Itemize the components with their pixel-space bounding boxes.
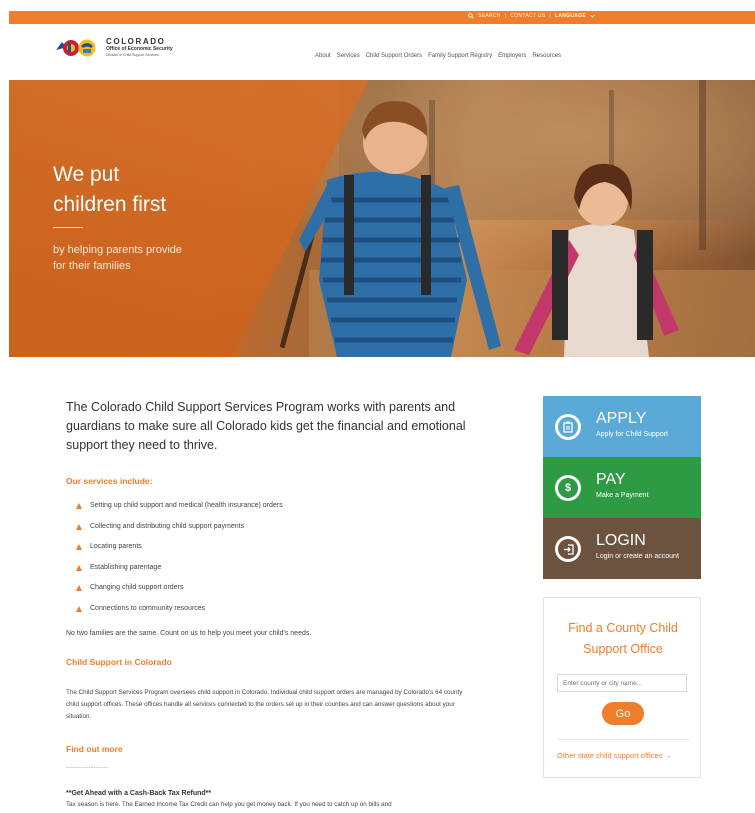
dollar-icon: $: [555, 475, 581, 501]
county-search-input[interactable]: [557, 674, 687, 692]
list-item: Establishing parentage: [76, 564, 283, 585]
hero-title-line2: children first: [53, 193, 167, 216]
colorado-logo-icon: [54, 36, 102, 58]
logo-division: Division of Child Support Services: [106, 52, 159, 57]
divider: [557, 739, 689, 740]
triangle-bullet-icon: [76, 503, 82, 509]
find-county-office-panel: Find a County Child Support Office Go Ot…: [543, 597, 701, 778]
divider: |: [504, 13, 507, 19]
nav-employers[interactable]: Employers: [498, 53, 526, 59]
clipboard-icon: [555, 414, 581, 440]
apply-button[interactable]: APPLY Apply for Child Support: [543, 396, 701, 457]
other-state-offices-link[interactable]: Other state child support offices →: [557, 751, 672, 760]
pay-title: PAY: [596, 471, 626, 488]
hero-subtitle-line1: by helping parents provide: [53, 244, 183, 256]
triangle-bullet-icon: [76, 585, 82, 591]
triangle-bullet-icon: [76, 605, 82, 612]
list-item: Connections to community resources: [76, 605, 283, 626]
services-heading: Our services include:: [66, 476, 153, 486]
site-header: COLORADO Office of Economic Security Div…: [9, 24, 755, 80]
hero-subtitle: by helping parents provide for their fam…: [53, 242, 182, 274]
nav-child-support-orders[interactable]: Child Support Orders: [366, 53, 422, 59]
services-list: Setting up child support and medical (he…: [76, 502, 283, 625]
divider: |: [549, 13, 551, 19]
hero-divider: [53, 227, 83, 228]
site-logo[interactable]: COLORADO Office of Economic Security Div…: [54, 36, 173, 58]
tax-refund-heading: **Get Ahead with a Cash-Back Tax Refund*…: [66, 790, 212, 797]
list-item: Changing child support orders: [76, 584, 283, 605]
logo-state: COLORADO: [106, 36, 166, 46]
service-text: Establishing parentage: [90, 563, 162, 571]
language-selector[interactable]: LANGUAGE: [555, 13, 586, 19]
service-text: Collecting and distributing child suppor…: [90, 522, 245, 530]
hero-title: We put children first: [53, 160, 166, 220]
tax-refund-body: Tax season is here. The Earned Income Ta…: [66, 801, 392, 808]
service-text: Locating parents: [90, 543, 142, 550]
main-content: The Colorado Child Support Services Prog…: [66, 398, 486, 808]
service-text: Setting up child support and medical (he…: [90, 502, 283, 509]
utility-links: SEARCH | CONTACT US | LANGUAGE: [468, 13, 595, 19]
dashed-divider: -----------------: [66, 765, 109, 771]
nav-resources[interactable]: Resources: [532, 53, 561, 59]
go-button[interactable]: Go: [602, 702, 644, 725]
child-support-heading: Child Support in Colorado: [66, 657, 172, 667]
search-icon[interactable]: [468, 13, 474, 19]
triangle-bullet-icon: [76, 544, 82, 550]
apply-title: APPLY: [596, 410, 647, 427]
search-link[interactable]: SEARCH: [478, 13, 501, 19]
find-office-title-line2: Support Office: [583, 642, 663, 656]
nav-family-support-registry[interactable]: Family Support Registry: [428, 53, 492, 59]
triangle-bullet-icon: [76, 564, 82, 571]
main-nav: About Services Child Support Orders Fami…: [315, 53, 561, 59]
hero-banner: We put children first by helping parents…: [9, 80, 755, 357]
hero-subtitle-line2: for their families: [53, 260, 131, 272]
families-note: No two families are the same. Count on u…: [66, 630, 312, 637]
pay-button[interactable]: $ PAY Make a Payment: [543, 457, 701, 518]
nav-about[interactable]: About: [315, 53, 331, 59]
nav-services[interactable]: Services: [337, 53, 360, 59]
intro-text: The Colorado Child Support Services Prog…: [66, 400, 466, 452]
apply-subtitle: Apply for Child Support: [596, 431, 668, 438]
login-subtitle: Login or create an account: [596, 553, 679, 560]
contact-link[interactable]: CONTACT US: [510, 13, 545, 19]
list-item: Locating parents: [76, 543, 283, 564]
list-item: Collecting and distributing child suppor…: [76, 523, 283, 544]
find-office-title-line1: Find a County Child: [568, 621, 678, 635]
chevron-down-icon[interactable]: [590, 14, 595, 18]
action-tiles: APPLY Apply for Child Support $ PAY Make…: [543, 396, 701, 579]
login-icon: [555, 536, 581, 562]
triangle-bullet-icon: [76, 523, 82, 530]
find-out-more-link[interactable]: Find out more: [66, 744, 123, 754]
service-text: Changing child support orders: [90, 584, 184, 591]
logo-text: COLORADO Office of Economic Security Div…: [106, 37, 173, 58]
service-text: Connections to community resources: [90, 604, 206, 612]
list-item: Setting up child support and medical (he…: [76, 502, 283, 523]
login-title: LOGIN: [596, 532, 646, 549]
child-support-body: The Child Support Services Program overs…: [66, 689, 463, 720]
find-office-title: Find a County Child Support Office: [544, 618, 702, 660]
logo-office: Office of Economic Security: [106, 45, 173, 52]
pay-subtitle: Make a Payment: [596, 492, 649, 499]
hero-title-line1: We put: [53, 163, 120, 186]
utility-bar: SEARCH | CONTACT US | LANGUAGE: [9, 11, 755, 24]
login-button[interactable]: LOGIN Login or create an account: [543, 518, 701, 579]
